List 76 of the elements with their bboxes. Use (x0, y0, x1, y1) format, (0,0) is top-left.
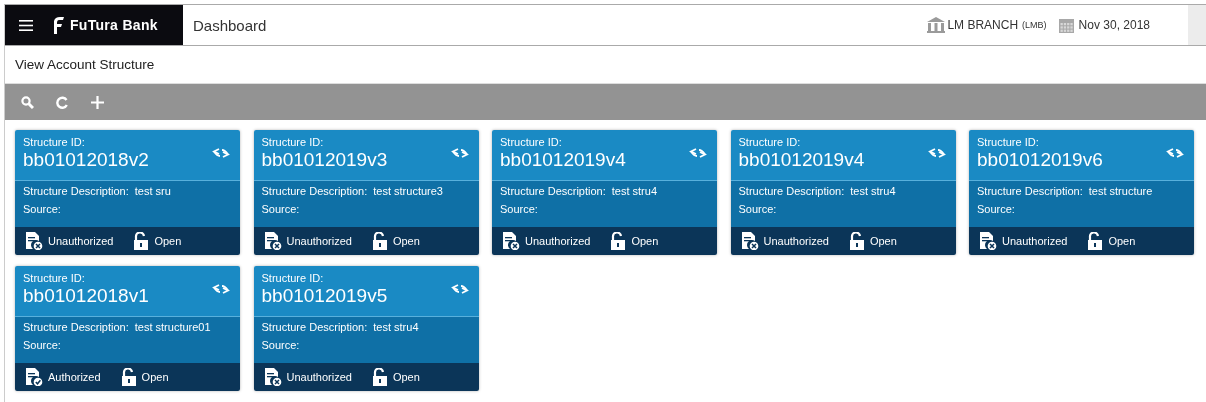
structure-id: bb01012019v5 (261, 285, 388, 307)
field-value: test structure3 (373, 185, 443, 197)
branch-name: LM BRANCH (947, 18, 1019, 32)
search-icon[interactable] (21, 95, 34, 109)
swap-arrows-icon (1166, 148, 1184, 158)
add-icon[interactable] (91, 95, 104, 109)
status-text: Authorized (48, 371, 101, 383)
lock-status-text: Open (141, 371, 169, 383)
structure-id: bb01012019v4 (500, 149, 626, 171)
field-label: Structure ID: (977, 136, 1040, 148)
field-value: test stru4 (611, 185, 657, 197)
structure-id: bb01012018v1 (23, 285, 149, 307)
structure-card[interactable]: Structure ID: bb01012019v3 Structure Description: test structure3 Source: Unauthorized Open (253, 130, 479, 255)
date-text: Nov 30, 2018 (1078, 18, 1150, 32)
field-label: Structure ID: (261, 136, 325, 148)
field-label: Structure Description: (261, 321, 368, 333)
structure-id: bb01012019v3 (261, 149, 388, 171)
logo-icon (53, 16, 64, 34)
field-label: Source: (738, 203, 778, 215)
field-label: Structure ID: (738, 136, 802, 148)
status-text: Unauthorized (1002, 235, 1068, 247)
status-text: Unauthorized (525, 235, 591, 247)
menu-icon[interactable] (19, 19, 33, 31)
field-label: Structure ID: (261, 272, 325, 284)
brand-name: FuTura Bank (70, 17, 158, 33)
status-text: Unauthorized (48, 235, 114, 247)
page-heading: Dashboard (193, 16, 267, 34)
field-label: Source: (261, 339, 301, 351)
field-label: Structure Description: (977, 185, 1083, 197)
field-label: Source: (500, 203, 539, 215)
structure-card[interactable]: Structure ID: bb01012018v1 Structure Description: test structure01 Source: Authorized Open (15, 266, 240, 391)
lock-status-text: Open (869, 235, 897, 247)
refresh-icon[interactable] (56, 95, 69, 109)
swap-arrows-icon (450, 148, 469, 158)
swap-arrows-icon (450, 284, 469, 294)
lock-status-text: Open (154, 235, 182, 247)
field-label: Source: (977, 203, 1016, 215)
field-label: Source: (261, 203, 301, 215)
lock-status-text: Open (392, 235, 420, 247)
status-text: Unauthorized (286, 235, 352, 247)
field-label: Source: (23, 203, 62, 215)
structure-card[interactable]: Structure ID: bb01012019v4 Structure Description: test stru4 Source: Unauthorized Open (492, 130, 717, 255)
field-label: Source: (23, 339, 62, 351)
bank-icon (927, 17, 946, 33)
structure-card[interactable]: Structure ID: bb01012019v5 Structure Description: test stru4 Source: Unauthorized Open (253, 266, 479, 391)
structure-card[interactable]: Structure ID: bb01012019v4 Structure Description: test stru4 Source: Unauthorized Open (730, 130, 956, 255)
lock-status-text: Open (392, 371, 420, 383)
header-strip (1188, 5, 1206, 45)
field-label: Structure ID: (23, 136, 86, 148)
swap-arrows-icon (212, 148, 230, 158)
status-text: Unauthorized (286, 371, 352, 383)
field-label: Structure ID: (500, 136, 563, 148)
structure-id: bb01012018v2 (23, 149, 149, 171)
field-label: Structure ID: (23, 272, 86, 284)
field-label: Structure Description: (500, 185, 606, 197)
lock-status-text: Open (1108, 235, 1136, 247)
field-value: test structure (1088, 185, 1153, 197)
structure-card[interactable]: Structure ID: bb01012018v2 Structure Description: test sru Source: Unauthorized Open (15, 130, 240, 255)
field-value: test stru4 (850, 185, 896, 197)
swap-arrows-icon (212, 284, 230, 294)
field-value: test sru (134, 185, 171, 197)
field-label: Structure Description: (738, 185, 845, 197)
field-label: Structure Description: (23, 321, 129, 333)
status-text: Unauthorized (763, 235, 829, 247)
field-value: test structure01 (134, 321, 211, 333)
swap-arrows-icon (689, 148, 707, 158)
swap-arrows-icon (927, 148, 946, 158)
structure-card[interactable]: Structure ID: bb01012019v6 Structure Description: test structure Source: Unauthorized Open (969, 130, 1194, 255)
field-value: test stru4 (373, 321, 419, 333)
calendar-icon (1058, 17, 1074, 33)
lock-status-text: Open (631, 235, 659, 247)
field-label: Structure Description: (23, 185, 129, 197)
field-label: Structure Description: (261, 185, 368, 197)
structure-id: bb01012019v6 (977, 149, 1103, 171)
structure-id: bb01012019v4 (738, 149, 865, 171)
branch-code: (LMB) (1022, 20, 1047, 30)
